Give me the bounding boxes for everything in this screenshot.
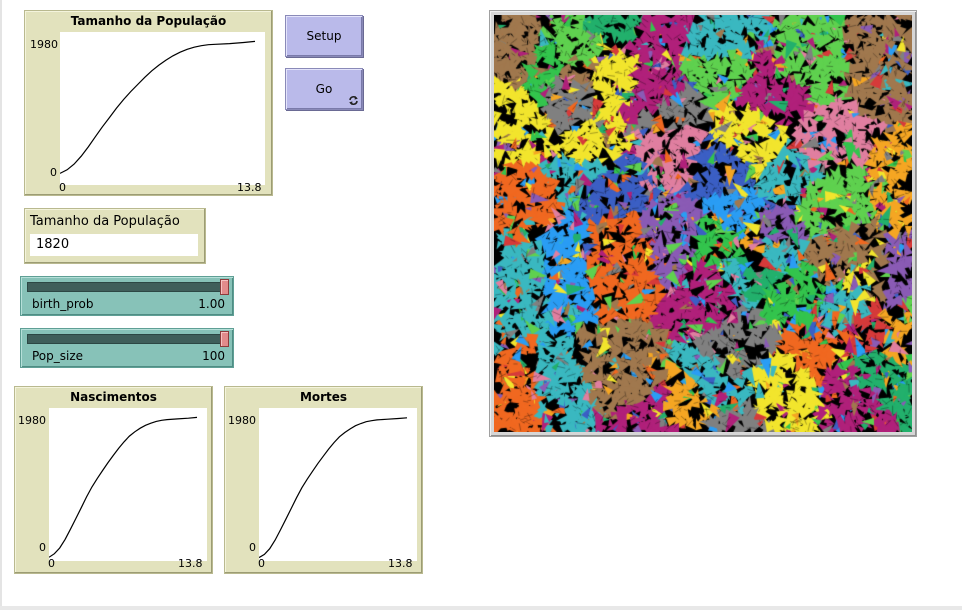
slider-name: birth_prob bbox=[32, 297, 94, 311]
setup-button-label: Setup bbox=[306, 29, 342, 43]
y-min-label: 0 bbox=[249, 541, 256, 554]
plot-area bbox=[259, 408, 417, 561]
population-monitor: Tamanho da População 1820 bbox=[24, 208, 206, 264]
window-left-edge bbox=[0, 0, 2, 610]
plot-title: Mortes bbox=[299, 390, 348, 404]
window-bottom-edge bbox=[0, 606, 962, 610]
go-button[interactable]: Go bbox=[285, 68, 363, 110]
population-plot[interactable]: Tamanho da População 1980 0 0 13.8 bbox=[24, 10, 273, 196]
pop-size-slider[interactable]: Pop_size 100 bbox=[20, 328, 234, 368]
plot-line-series-0 bbox=[259, 417, 408, 559]
slider-value: 1.00 bbox=[198, 297, 225, 311]
slider-track[interactable] bbox=[27, 282, 229, 292]
plot-line-series-0 bbox=[60, 40, 256, 174]
x-max-label: 13.8 bbox=[178, 557, 203, 570]
x-min-label: 0 bbox=[258, 557, 265, 570]
slider-track[interactable] bbox=[27, 334, 229, 344]
plot-title: Nascimentos bbox=[70, 390, 157, 404]
plot-area bbox=[60, 32, 265, 185]
slider-handle[interactable] bbox=[220, 279, 229, 295]
plot-area bbox=[49, 408, 207, 561]
y-max-label: 1980 bbox=[30, 38, 58, 51]
world-canvas[interactable] bbox=[494, 15, 912, 432]
setup-button[interactable]: Setup bbox=[285, 15, 363, 57]
go-button-label: Go bbox=[315, 82, 333, 96]
slider-name: Pop_size bbox=[32, 349, 84, 363]
y-min-label: 0 bbox=[50, 166, 57, 179]
monitor-label: Tamanho da População bbox=[30, 214, 180, 229]
y-max-label: 1980 bbox=[18, 414, 46, 427]
plot-line-series-0 bbox=[49, 416, 198, 558]
world-view[interactable] bbox=[489, 10, 917, 437]
x-min-label: 0 bbox=[48, 557, 55, 570]
plot-title: Tamanho da População bbox=[70, 14, 227, 28]
slider-value: 100 bbox=[202, 349, 225, 363]
y-min-label: 0 bbox=[39, 541, 46, 554]
forever-arrows-icon bbox=[349, 96, 358, 105]
x-max-label: 13.8 bbox=[388, 557, 413, 570]
plot-svg bbox=[259, 417, 408, 559]
births-plot[interactable]: Nascimentos 1980 0 0 13.8 bbox=[14, 386, 213, 574]
plot-svg bbox=[49, 416, 198, 558]
birth-prob-slider[interactable]: birth_prob 1.00 bbox=[20, 276, 234, 316]
slider-handle[interactable] bbox=[220, 331, 229, 347]
plot-svg bbox=[60, 40, 256, 174]
deaths-plot[interactable]: Mortes 1980 0 0 13.8 bbox=[224, 386, 423, 574]
y-max-label: 1980 bbox=[228, 414, 256, 427]
x-min-label: 0 bbox=[59, 181, 66, 194]
x-max-label: 13.8 bbox=[237, 181, 262, 194]
monitor-value: 1820 bbox=[30, 234, 198, 256]
